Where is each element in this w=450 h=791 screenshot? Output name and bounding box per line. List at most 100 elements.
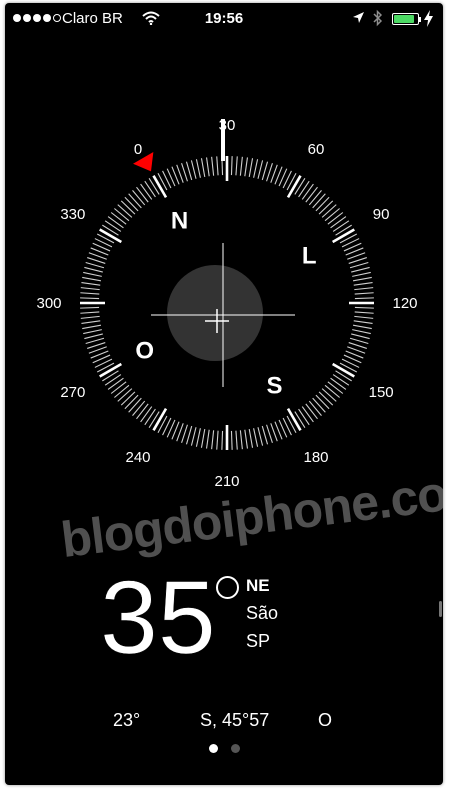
minor-tick xyxy=(257,427,264,446)
minor-tick xyxy=(324,208,340,222)
minor-tick xyxy=(349,261,369,269)
minor-tick xyxy=(353,320,373,325)
minor-tick xyxy=(140,406,153,423)
minor-tick xyxy=(239,156,243,176)
cardinal-label: N xyxy=(171,208,188,235)
location-state: SP xyxy=(246,631,271,651)
minor-tick xyxy=(239,430,243,450)
major-tick xyxy=(152,408,168,431)
minor-tick xyxy=(211,430,215,450)
minor-tick xyxy=(244,157,249,177)
minor-tick xyxy=(83,271,102,277)
minor-tick xyxy=(124,394,139,410)
minor-tick xyxy=(348,257,367,264)
minor-tick xyxy=(136,186,149,203)
minor-tick xyxy=(85,261,105,269)
page-control[interactable] xyxy=(5,744,443,753)
minor-tick xyxy=(318,391,334,406)
cardinal-label: O xyxy=(135,338,154,365)
minor-tick xyxy=(132,190,146,206)
minor-tick xyxy=(221,430,224,450)
minor-tick xyxy=(348,342,367,349)
minor-tick xyxy=(298,180,310,198)
minor-tick xyxy=(128,193,142,209)
minor-tick xyxy=(351,266,370,273)
degree-symbol xyxy=(216,576,239,599)
minor-tick xyxy=(312,193,326,209)
page-dot-compass[interactable] xyxy=(208,744,218,753)
minor-tick xyxy=(315,394,330,410)
degree-label: 330 xyxy=(60,206,85,223)
minor-tick xyxy=(83,329,102,335)
minor-tick xyxy=(301,183,314,200)
major-tick xyxy=(152,175,168,198)
minor-tick xyxy=(85,337,105,345)
minor-tick xyxy=(308,400,322,416)
minor-tick xyxy=(327,212,344,225)
minor-tick xyxy=(104,374,122,386)
minor-tick xyxy=(80,311,100,314)
minor-tick xyxy=(253,159,259,178)
minor-tick xyxy=(211,156,215,176)
minor-tick xyxy=(321,204,337,218)
degree-label: 90 xyxy=(373,206,390,223)
minor-tick xyxy=(312,397,326,413)
minor-tick xyxy=(114,208,130,222)
minor-tick xyxy=(352,329,371,335)
minor-tick xyxy=(298,408,310,426)
degree-label: 60 xyxy=(308,141,325,158)
minor-tick xyxy=(315,196,330,212)
heading-direction: NE xyxy=(246,576,270,595)
minor-tick xyxy=(80,297,100,300)
minor-tick xyxy=(261,161,269,181)
minor-tick xyxy=(144,180,156,198)
minor-tick xyxy=(230,430,233,450)
degree-label: 180 xyxy=(303,449,328,466)
minor-tick xyxy=(354,311,374,314)
minor-tick xyxy=(354,306,374,309)
degree-label: 300 xyxy=(36,295,61,312)
minor-tick xyxy=(349,337,369,345)
minor-tick xyxy=(216,430,219,450)
minor-tick xyxy=(110,212,127,225)
heading-degrees: 35 xyxy=(100,560,216,676)
minor-tick xyxy=(181,424,188,443)
minor-tick xyxy=(261,425,269,445)
minor-tick xyxy=(200,158,206,178)
cardinal-label: L xyxy=(302,243,317,270)
degree-label: 270 xyxy=(60,384,85,401)
minor-tick xyxy=(308,190,322,206)
minor-tick xyxy=(244,429,249,449)
minor-tick xyxy=(301,406,314,423)
minor-tick xyxy=(114,384,130,398)
major-tick xyxy=(99,362,122,378)
minor-tick xyxy=(305,186,318,203)
minor-tick xyxy=(136,403,149,420)
degree-label: 210 xyxy=(214,473,239,490)
minor-tick xyxy=(124,196,139,212)
minor-tick xyxy=(185,161,193,181)
longitude-direction: O xyxy=(318,710,333,730)
minor-tick xyxy=(107,377,124,390)
minor-tick xyxy=(81,320,101,325)
major-tick xyxy=(332,228,355,244)
minor-tick xyxy=(230,156,233,176)
minor-tick xyxy=(216,156,219,176)
degree-label: 120 xyxy=(392,295,417,312)
minor-tick xyxy=(353,281,373,286)
minor-tick xyxy=(117,204,133,218)
minor-tick xyxy=(327,381,344,394)
minor-tick xyxy=(81,281,101,286)
minor-tick xyxy=(352,324,372,330)
major-tick xyxy=(286,175,302,198)
minor-tick xyxy=(248,158,254,178)
minor-tick xyxy=(257,160,264,179)
minor-tick xyxy=(80,287,100,291)
minor-tick xyxy=(332,220,350,232)
page-dot-level[interactable] xyxy=(230,744,240,753)
minor-tick xyxy=(351,333,370,340)
longitude-value: S, 45°57 xyxy=(200,710,270,730)
minor-tick xyxy=(330,377,347,390)
minor-tick xyxy=(84,266,103,273)
minor-tick xyxy=(352,271,371,277)
